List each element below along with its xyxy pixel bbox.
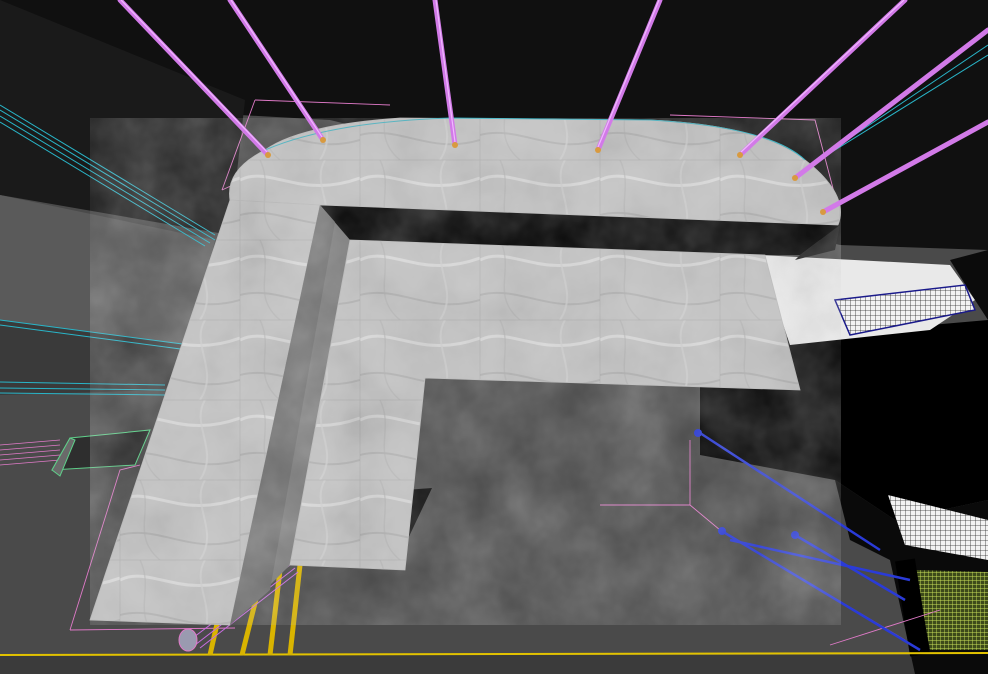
cable-end-cap[interactable] [178,628,198,652]
floor-band [0,655,988,674]
blue-handle-dot-1[interactable] [718,527,726,535]
viewport-canvas[interactable] [0,0,988,674]
blue-handle-dot-3[interactable] [694,429,702,437]
3d-viewport[interactable] [0,0,988,674]
blue-handle-dot-2[interactable] [791,531,799,539]
